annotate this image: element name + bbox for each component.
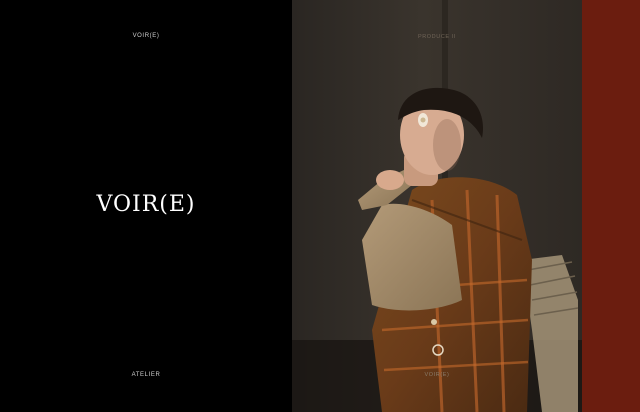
home-link[interactable]: VOIR(E)	[0, 33, 292, 39]
page: VOIR(E) VOIR(E) ATELIER PRODUCE II VOIR(…	[0, 0, 640, 412]
hero-photo-image	[292, 0, 582, 412]
photo-top-label[interactable]: PRODUCE II	[292, 34, 582, 40]
accent-strip	[582, 0, 640, 412]
hero-photo: PRODUCE II VOIR(E)	[292, 0, 582, 412]
atelier-link[interactable]: ATELIER	[0, 372, 292, 378]
left-panel: VOIR(E) VOIR(E) ATELIER	[0, 0, 292, 412]
brand-title: VOIR(E)	[96, 192, 196, 217]
photo-bottom-label[interactable]: VOIR(E)	[292, 372, 582, 378]
